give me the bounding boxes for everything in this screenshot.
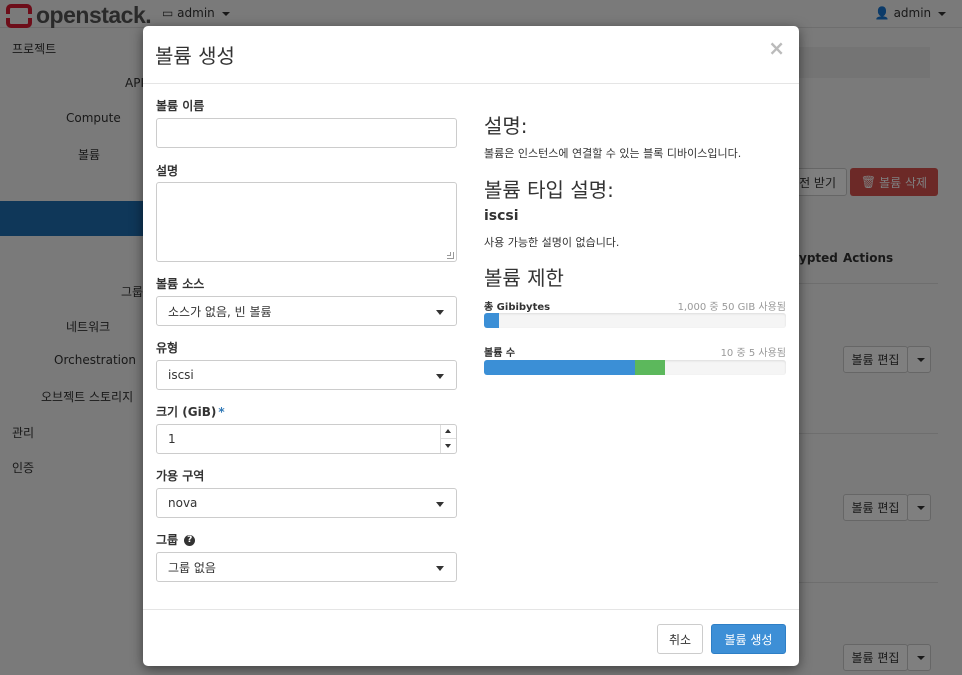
required-asterisk-icon: *	[218, 405, 225, 419]
size-label-text: 크기 (GiB)	[156, 405, 217, 419]
description-textarea[interactable]	[156, 182, 457, 262]
resize-handle-icon[interactable]	[447, 252, 454, 259]
description-text: 볼륨은 인스턴스에 연결할 수 있는 블록 디바이스입니다.	[484, 147, 742, 160]
volume-type-name: iscsi	[484, 208, 519, 224]
quota-volumes-label: 볼륨 수	[484, 348, 516, 359]
modal-footer: 취소 볼륨 생성	[143, 609, 799, 666]
volume-name-label: 볼륨 이름	[156, 99, 205, 113]
availability-zone-label: 가용 구역	[156, 469, 205, 483]
volume-type-description: 사용 가능한 설명이 없습니다.	[484, 236, 620, 249]
size-label: 크기 (GiB) *	[156, 403, 225, 420]
volume-name-input[interactable]	[156, 118, 457, 148]
caret-down-icon	[436, 502, 444, 507]
description-label: 설명	[156, 164, 179, 178]
volume-type-select[interactable]: iscsi	[156, 360, 457, 390]
quota-gigabytes-note: 1,000 중 50 GIB 사용됨	[677, 302, 786, 313]
modal-title: 볼륨 생성	[155, 44, 235, 68]
volume-type-heading: 볼륨 타입 설명:	[484, 178, 614, 202]
decrement-arrow-icon[interactable]	[441, 439, 456, 453]
quota-used-fill	[484, 313, 500, 328]
increment-arrow-icon[interactable]	[441, 425, 456, 439]
availability-zone-value: nova	[168, 496, 198, 510]
quota-volumes-note: 10 중 5 사용됨	[720, 348, 786, 359]
quota-gigabytes-label: 총 Gibibytes	[484, 302, 551, 313]
volume-source-label: 볼륨 소스	[156, 277, 205, 291]
create-volume-submit-button[interactable]: 볼륨 생성	[711, 624, 786, 654]
quota-gigabytes-bar	[484, 313, 786, 328]
close-icon[interactable]: ×	[768, 36, 785, 60]
cancel-button[interactable]: 취소	[657, 624, 703, 654]
caret-down-icon	[436, 566, 444, 571]
group-value: 그룹 없음	[168, 560, 216, 575]
help-question-icon[interactable]: ?	[184, 535, 196, 546]
volume-source-value: 소스가 없음, 빈 볼륨	[168, 304, 272, 319]
volume-source-select[interactable]: 소스가 없음, 빈 볼륨	[156, 296, 457, 326]
create-volume-modal: 볼륨 생성 × 볼륨 이름 설명 볼륨 소스 소스가 없음, 빈 볼륨 유형 i…	[143, 26, 799, 666]
quota-volumes-bar	[484, 360, 786, 375]
volume-type-value: iscsi	[168, 368, 194, 382]
volume-limits-heading: 볼륨 제한	[484, 266, 564, 290]
quota-used-fill	[484, 360, 635, 375]
size-spinner	[440, 425, 456, 453]
modal-header: 볼륨 생성 ×	[143, 26, 799, 84]
size-value: 1	[168, 432, 176, 446]
group-select[interactable]: 그룹 없음	[156, 552, 457, 582]
group-label-text: 그룹	[156, 533, 179, 547]
quota-added-fill	[635, 360, 666, 375]
caret-down-icon	[436, 310, 444, 315]
caret-down-icon	[436, 374, 444, 379]
type-label: 유형	[156, 341, 179, 355]
group-label: 그룹 ?	[156, 531, 196, 548]
availability-zone-select[interactable]: nova	[156, 488, 457, 518]
description-heading: 설명:	[484, 114, 528, 138]
size-number-input[interactable]: 1	[156, 424, 457, 454]
